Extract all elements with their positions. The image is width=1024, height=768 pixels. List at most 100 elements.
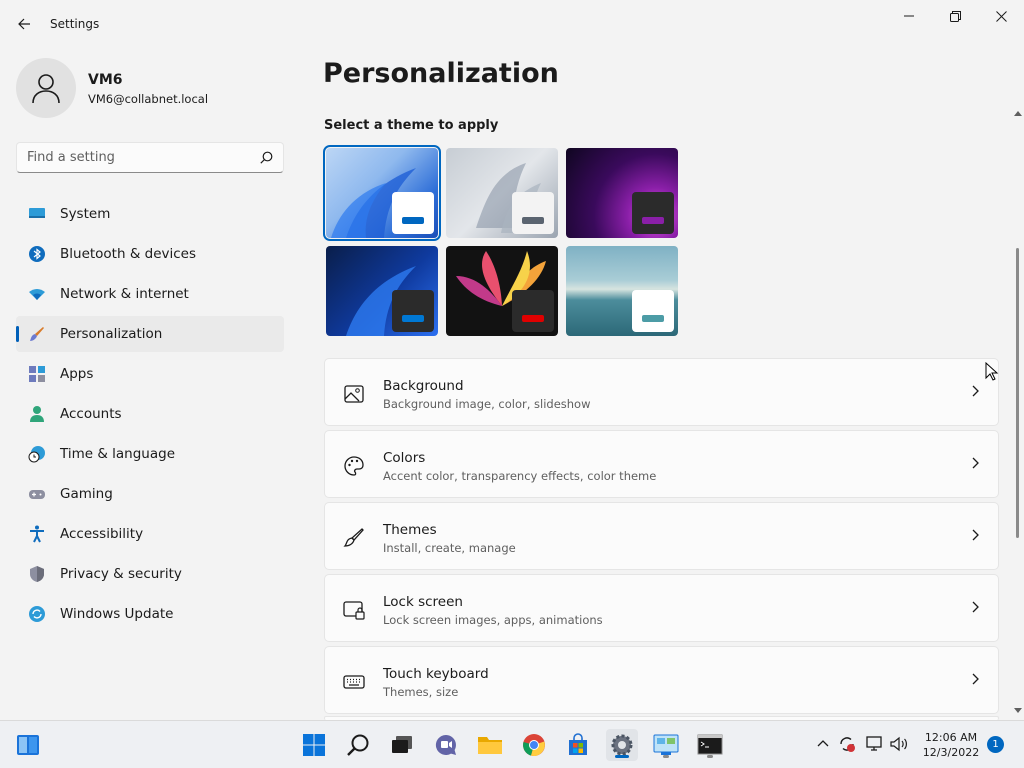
card-subtitle: Install, create, manage — [383, 541, 516, 555]
theme-preview — [512, 192, 554, 234]
scroll-down-icon[interactable] — [1014, 708, 1022, 714]
bluetooth-icon — [29, 246, 45, 262]
captured-motion-theme[interactable] — [566, 148, 678, 238]
search-icon[interactable] — [260, 151, 273, 164]
task-view-icon — [392, 736, 412, 753]
maximize-button[interactable] — [932, 4, 978, 28]
touch-keyboard-card[interactable]: Touch keyboard Themes, size — [324, 646, 999, 714]
user-name: VM6 — [88, 72, 123, 88]
app-title: Settings — [50, 17, 100, 31]
sidebar-nav: System Bluetooth & devices Network & int… — [16, 196, 284, 636]
glow-theme[interactable] — [446, 148, 558, 238]
card-subtitle: Background image, color, slideshow — [383, 397, 591, 411]
card-title: Themes — [383, 522, 437, 538]
card-subtitle: Lock screen images, apps, animations — [383, 613, 603, 627]
gamepad-icon — [29, 490, 45, 499]
scrollbar[interactable] — [1012, 108, 1024, 718]
task-view-button[interactable] — [386, 729, 418, 761]
lock-screen-card[interactable]: Lock screen Lock screen images, apps, an… — [324, 574, 999, 642]
scroll-thumb[interactable] — [1016, 248, 1019, 538]
clock[interactable]: 12:06 AM 12/3/2022 — [916, 730, 986, 760]
command-prompt-icon — [697, 734, 723, 755]
chrome-button[interactable] — [518, 729, 550, 761]
open-indicator — [663, 755, 669, 758]
clock-date: 12/3/2022 — [922, 746, 980, 759]
search-placeholder: Find a setting — [27, 150, 115, 165]
sidebar-item-accounts[interactable]: Accounts — [16, 396, 284, 432]
chrome-icon — [523, 734, 545, 756]
widgets-button[interactable] — [12, 729, 44, 761]
notification-badge[interactable]: 1 — [987, 736, 1004, 753]
windows-dark-theme[interactable] — [326, 246, 438, 336]
theme-preview — [392, 290, 434, 332]
network-icon[interactable] — [866, 736, 884, 752]
sidebar-item-apps[interactable]: Apps — [16, 356, 284, 392]
terminal-button[interactable] — [694, 729, 726, 761]
sync-icon[interactable] — [838, 735, 856, 753]
theme-preview — [632, 192, 674, 234]
windows-logo-icon — [303, 734, 325, 756]
sidebar-item-label: Personalization — [60, 326, 163, 342]
back-arrow-icon — [18, 18, 30, 30]
sidebar-item-gaming[interactable]: Gaming — [16, 476, 284, 512]
close-button[interactable] — [978, 4, 1024, 28]
user-profile[interactable]: VM6 VM6@collabnet.local — [16, 58, 286, 118]
title-bar: Settings — [0, 0, 1024, 48]
sidebar-item-personalization[interactable]: Personalization — [16, 316, 284, 352]
theme-preview — [632, 290, 674, 332]
sidebar-item-label: Privacy & security — [60, 566, 182, 582]
chevron-up-icon[interactable] — [817, 739, 829, 747]
volume-icon[interactable] — [890, 736, 908, 752]
lock-screen-icon — [343, 601, 365, 620]
widgets-icon — [17, 735, 39, 755]
update-icon — [29, 606, 45, 622]
card-title: Lock screen — [383, 594, 463, 610]
sidebar-item-system[interactable]: System — [16, 196, 284, 232]
background-card[interactable]: Background Background image, color, slid… — [324, 358, 999, 426]
settings-taskbar-button[interactable] — [606, 729, 638, 761]
chevron-right-icon — [972, 529, 979, 541]
brush-icon — [343, 528, 364, 547]
sidebar-item-windows-update[interactable]: Windows Update — [16, 596, 284, 632]
sidebar-item-network[interactable]: Network & internet — [16, 276, 284, 312]
control-panel-button[interactable] — [650, 729, 682, 761]
chevron-right-icon — [972, 385, 979, 397]
back-button[interactable] — [10, 12, 38, 36]
sidebar-item-label: Bluetooth & devices — [60, 246, 197, 262]
flow-theme[interactable] — [446, 246, 558, 336]
minimize-button[interactable] — [886, 4, 932, 28]
sidebar-item-accessibility[interactable]: Accessibility — [16, 516, 284, 552]
colors-card[interactable]: Colors Accent color, transparency effect… — [324, 430, 999, 498]
sidebar-item-time-language[interactable]: Time & language — [16, 436, 284, 472]
system-icon — [29, 208, 45, 218]
theme-preview — [392, 192, 434, 234]
store-button[interactable] — [562, 729, 594, 761]
store-icon — [569, 733, 587, 755]
windows-light-theme[interactable] — [323, 145, 441, 241]
search-taskbar-button[interactable] — [342, 729, 374, 761]
sidebar-item-bluetooth[interactable]: Bluetooth & devices — [16, 236, 284, 272]
card-subtitle: Themes, size — [383, 685, 459, 699]
close-icon — [995, 10, 1007, 22]
search-input[interactable]: Find a setting — [16, 142, 284, 173]
card-subtitle: Accent color, transparency effects, colo… — [383, 469, 657, 483]
folder-icon — [478, 737, 502, 754]
file-explorer-button[interactable] — [474, 729, 506, 761]
card-title: Background — [383, 378, 464, 394]
gear-icon — [611, 734, 633, 756]
themes-card[interactable]: Themes Install, create, manage — [324, 502, 999, 570]
sidebar-item-label: Apps — [60, 366, 94, 382]
themes-section-label: Select a theme to apply — [324, 118, 499, 133]
sidebar-item-label: Network & internet — [60, 286, 189, 302]
chat-button[interactable] — [430, 729, 462, 761]
taskbar: 12:06 AM 12/3/2022 — [0, 720, 1024, 768]
accounts-icon — [30, 406, 44, 422]
sidebar-item-label: System — [60, 206, 111, 222]
sunrise-theme[interactable] — [566, 246, 678, 336]
restore-icon — [949, 10, 961, 22]
sidebar-item-privacy[interactable]: Privacy & security — [16, 556, 284, 592]
shield-icon — [30, 566, 44, 582]
scroll-up-icon[interactable] — [1014, 110, 1022, 116]
start-button[interactable] — [298, 729, 330, 761]
keyboard-icon — [343, 675, 365, 689]
